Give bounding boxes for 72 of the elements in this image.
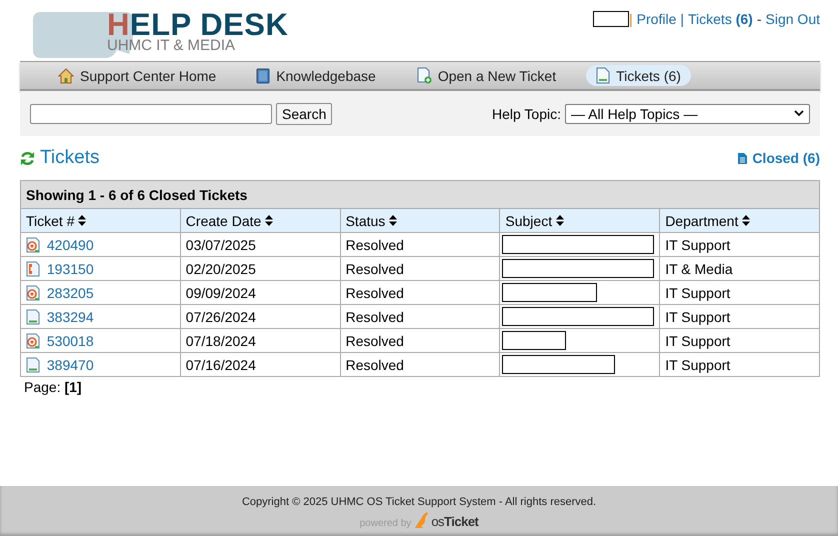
sort-icon — [556, 214, 564, 226]
sort-icon — [265, 214, 274, 226]
table-cell: IT Support — [660, 232, 820, 256]
email-ticket-icon — [26, 284, 40, 300]
table-cell: 07/26/2024 — [180, 304, 340, 328]
search-button[interactable]: Search — [276, 102, 332, 124]
sort-icon — [742, 214, 750, 226]
table-cell: IT Support — [660, 352, 820, 376]
ticket-number-link[interactable]: 530018 — [46, 332, 94, 348]
page-label: Page: — [24, 379, 61, 395]
column-header[interactable]: Subject — [500, 208, 660, 232]
document-icon — [26, 356, 40, 372]
help-topic-label: Help Topic: — [492, 106, 561, 122]
table-cell: Resolved — [340, 232, 500, 256]
column-header[interactable]: Department — [660, 208, 820, 232]
ticket-number-link[interactable]: 283205 — [46, 284, 94, 300]
column-header[interactable]: Status — [340, 208, 500, 232]
tickets-link[interactable]: Tickets (6) — [688, 10, 753, 26]
table-cell: 07/16/2024 — [180, 352, 340, 376]
table-cell: Resolved — [340, 304, 500, 328]
sort-icon — [389, 214, 398, 226]
nav-tab[interactable]: Knowledgebase — [246, 66, 386, 86]
ticket-number-link[interactable]: 193150 — [46, 260, 94, 276]
table-cell: IT Support — [660, 304, 820, 328]
table-cell: Resolved — [340, 352, 500, 376]
separator: | — [629, 10, 633, 26]
copyright-text: Copyright © 2025 UHMC OS Ticket Support System - All rights reserved. — [242, 496, 596, 508]
separator: - — [756, 10, 762, 26]
document-icon — [738, 152, 748, 164]
document-icon — [26, 308, 40, 324]
refresh-icon — [20, 150, 35, 166]
table-cell: 03/07/2025 — [180, 232, 340, 256]
ticket-number-link[interactable]: 420490 — [46, 236, 94, 252]
table-cell: 09/09/2024 — [180, 280, 340, 304]
email-ticket-icon — [26, 236, 40, 252]
table-cell: 02/20/2025 — [180, 256, 340, 280]
help-topic-dropdown[interactable]: — All Help Topics — — [565, 104, 810, 124]
nav-tab[interactable]: Tickets (6) — [586, 65, 691, 86]
email-ticket-icon — [26, 332, 40, 348]
column-header[interactable]: Create Date — [180, 208, 340, 232]
table-caption: Showing 1 - 6 of 6 Closed Tickets — [20, 180, 820, 208]
sign-out-link[interactable]: Sign Out — [766, 10, 820, 26]
book-icon — [256, 68, 270, 84]
ticket-number-link[interactable]: 383294 — [46, 308, 94, 324]
table-cell: IT & Media — [660, 256, 820, 280]
table-cell: 07/18/2024 — [180, 328, 340, 352]
table-cell: Resolved — [340, 256, 500, 280]
phone-ticket-icon — [26, 260, 40, 276]
page-heading: Tickets — [40, 147, 100, 169]
document-add-icon — [416, 67, 432, 84]
table-cell: Resolved — [340, 280, 500, 304]
column-header[interactable]: Ticket # — [20, 208, 180, 232]
document-icon — [596, 67, 610, 84]
closed-tickets-link[interactable]: Closed (6) — [738, 150, 820, 166]
separator: | — [680, 10, 684, 26]
sort-icon — [78, 214, 86, 226]
nav-tab[interactable]: Open a New Ticket — [406, 65, 566, 86]
chevron-down-icon — [794, 110, 804, 117]
table-cell: Resolved — [340, 328, 500, 352]
nav-tab[interactable]: Support Center Home — [48, 66, 226, 86]
house-icon — [58, 68, 74, 84]
logo-title: HELP DESK — [107, 10, 288, 40]
page-number: [1] — [64, 379, 82, 395]
kangaroo-icon — [413, 511, 430, 529]
search-field[interactable] — [30, 104, 272, 124]
osticket-logo: osTicket — [431, 514, 478, 529]
table-cell: IT Support — [660, 328, 820, 352]
ticket-number-link[interactable]: 389470 — [46, 356, 94, 372]
profile-link[interactable]: Profile — [636, 10, 676, 26]
logo-subtitle: UHMC IT & MEDIA — [107, 38, 236, 53]
redacted-name — [593, 10, 630, 26]
table-cell: IT Support — [660, 280, 820, 304]
